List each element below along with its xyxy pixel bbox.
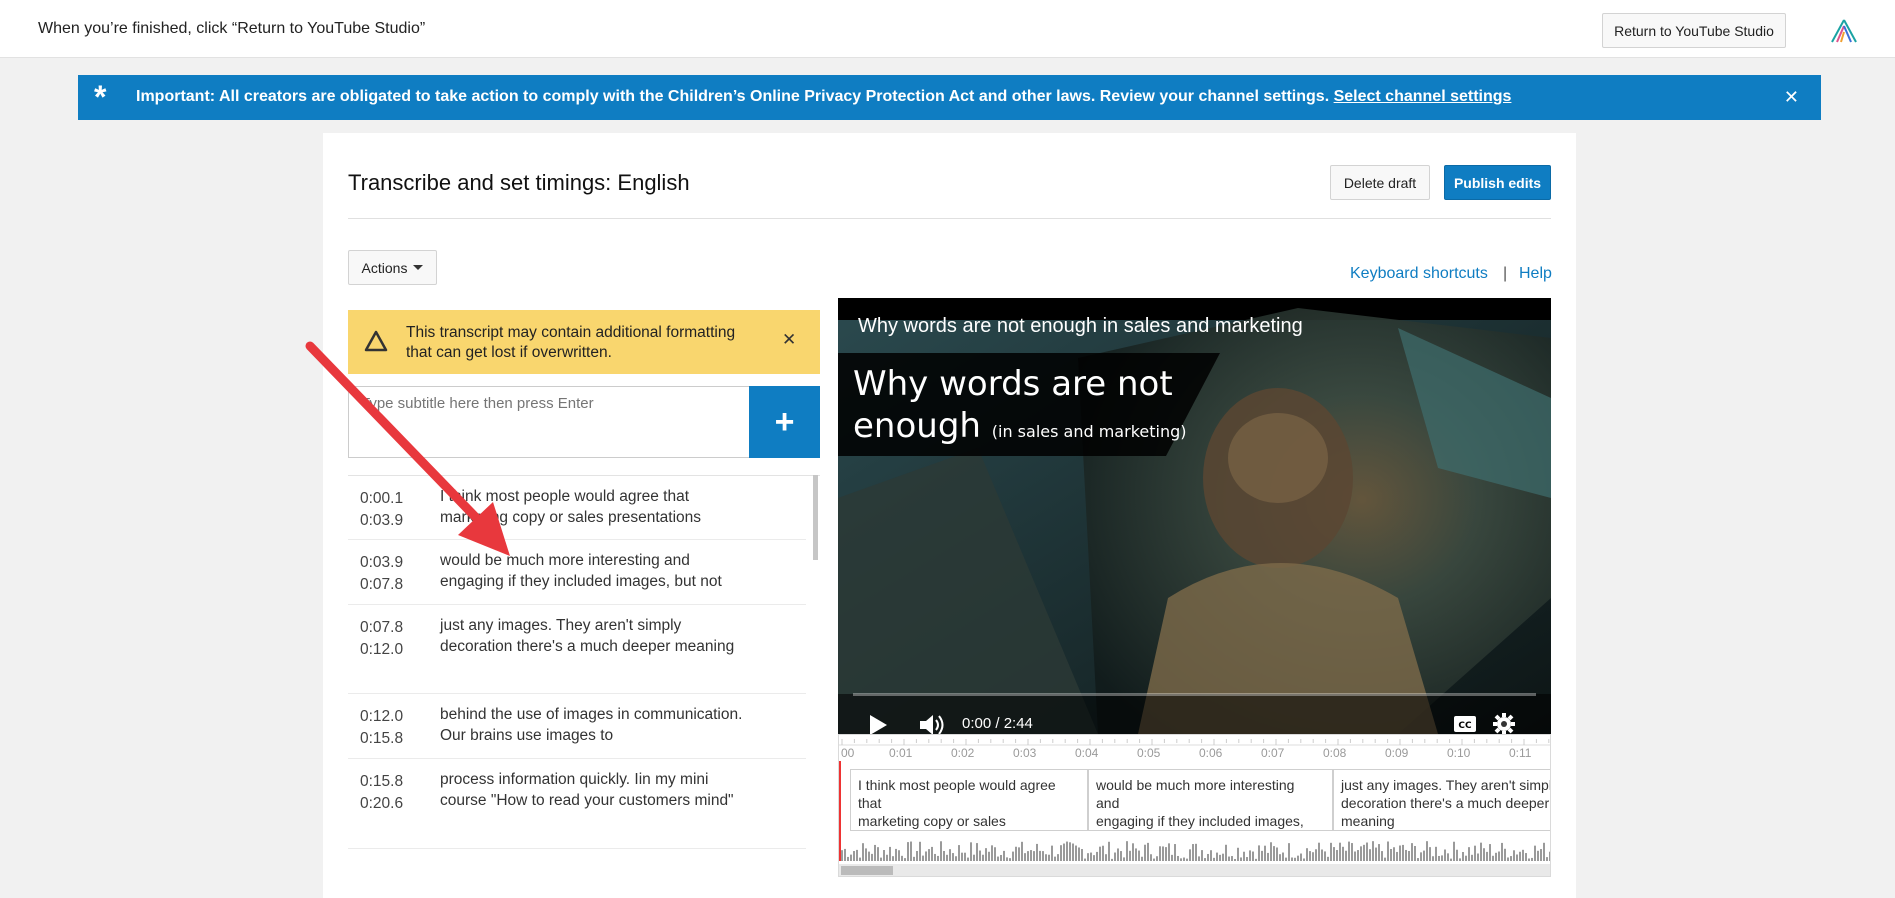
caption-row[interactable]: 0:15.8 0:20.6 process information quickl… [348,759,806,849]
banner-close-icon[interactable]: ✕ [1784,87,1799,108]
link-separator: | [1503,265,1508,282]
closed-captions-icon[interactable]: CC [1453,714,1477,734]
caption-text[interactable]: behind the use of images in communicatio… [440,705,750,746]
tick-label: 0:09 [1385,746,1409,760]
audio-waveform [841,841,1550,861]
caption-list-scrollbar[interactable] [813,475,818,560]
tick-label: 0:04 [1075,746,1099,760]
caption-times[interactable]: 0:07.8 0:12.0 [360,617,403,661]
caption-row[interactable]: 0:07.8 0:12.0 just any images. They aren… [348,605,806,694]
caret-down-icon [413,265,424,270]
asterisk-icon: * [94,79,107,115]
caption-text[interactable]: just any images. They aren't simply deco… [440,616,750,657]
keyboard-shortcuts-link[interactable]: Keyboard shortcuts [1350,265,1488,283]
coppa-banner: * Important: All creators are obligated … [78,75,1821,120]
timeline-scrollbar[interactable] [839,864,1550,876]
tick-label: 0:05 [1137,746,1161,760]
actions-dropdown[interactable]: Actions [348,250,437,285]
settings-gear-icon[interactable] [1492,712,1516,734]
actions-label: Actions [361,259,408,276]
tick-label: 0:01 [889,746,913,760]
caption-times[interactable]: 0:12.0 0:15.8 [360,706,403,750]
select-channel-settings-link[interactable]: Select channel settings [1334,88,1512,105]
help-link[interactable]: Help [1519,265,1552,283]
timeline-cue[interactable]: would be much more interesting and engag… [1088,769,1333,831]
play-icon[interactable] [868,714,888,734]
svg-text:CC: CC [1458,721,1472,731]
video-player[interactable]: Why words are not enough in sales and ma… [838,298,1551,734]
tick-label: 0:07 [1261,746,1285,760]
delete-draft-button[interactable]: Delete draft [1330,165,1430,200]
tick-label: 0:02 [951,746,975,760]
page-title: Transcribe and set timings: English [348,170,690,195]
video-overlay-line1: Why words are not [853,364,1173,404]
warning-close-icon[interactable]: ✕ [782,330,796,350]
timeline-ruler [839,739,1550,746]
tick-label: 0:10 [1447,746,1471,760]
video-time: 0:00 / 2:44 [962,715,1033,732]
video-progress-bar[interactable] [853,693,1536,696]
video-overlay-line2: enough (in sales and marketing) [853,406,1187,446]
volume-icon[interactable] [918,713,946,734]
caption-row[interactable]: 0:12.0 0:15.8 behind the use of images i… [348,694,806,759]
tick-label: 0:03 [1013,746,1037,760]
top-bar: When you’re finished, click “Return to Y… [0,0,1895,58]
tick-label: 00 [841,746,855,760]
timeline-editor[interactable]: 00 0:01 0:02 0:03 0:04 0:05 0:06 0:07 0:… [838,734,1551,877]
tick-label: 0:06 [1199,746,1223,760]
caption-text[interactable]: process information quickly. Iin my mini… [440,770,750,811]
publish-edits-button[interactable]: Publish edits [1444,165,1551,200]
video-title: Why words are not enough in sales and ma… [858,315,1303,337]
timeline-scroll-thumb[interactable] [841,866,893,875]
tick-label: 0:11 [1509,746,1532,760]
tick-label: 0:08 [1323,746,1347,760]
caption-times[interactable]: 0:15.8 0:20.6 [360,771,403,815]
timeline-cue[interactable]: just any images. They aren't simply deco… [1333,769,1550,831]
timeline-cue[interactable]: I think most people would agree that mar… [850,769,1088,831]
banner-text: Important: All creators are obligated to… [136,88,1512,105]
finish-instruction: When you’re finished, click “Return to Y… [38,20,426,37]
app-logo-icon [1831,19,1857,43]
add-subtitle-button[interactable]: + [749,386,820,458]
return-to-studio-button[interactable]: Return to YouTube Studio [1602,13,1786,48]
divider [348,218,1551,219]
red-arrow-annotation [305,341,510,556]
